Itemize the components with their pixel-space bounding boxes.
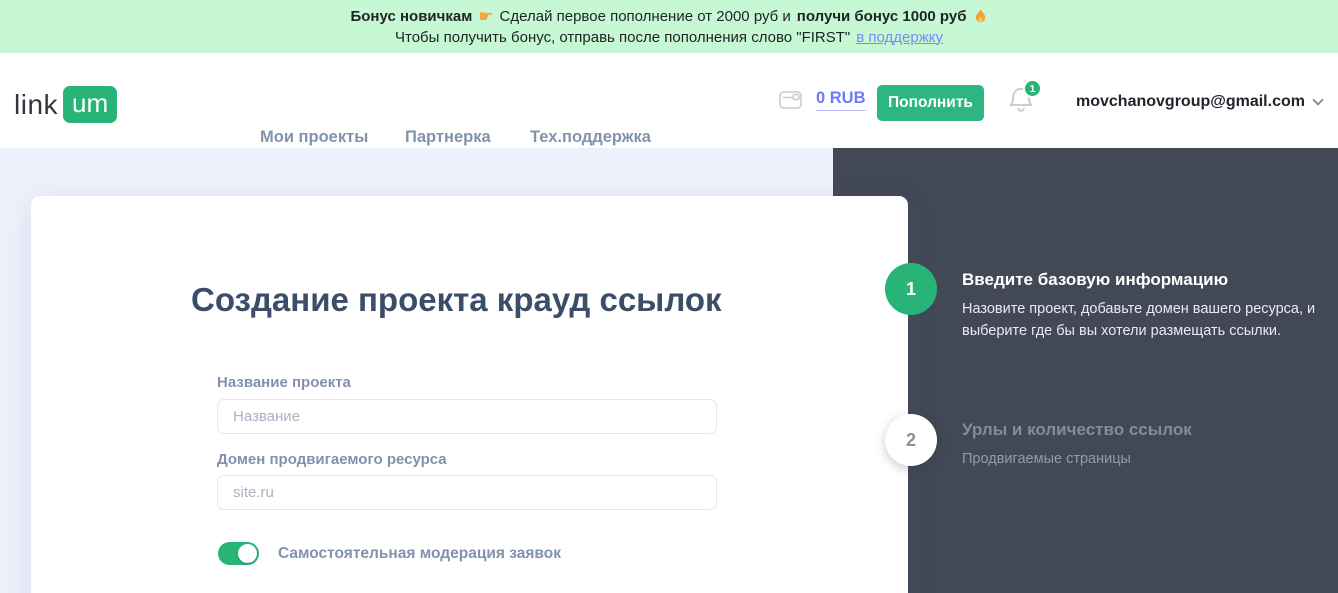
domain-label: Домен продвигаемого ресурса — [217, 451, 447, 468]
user-email: movchanovgroup@gmail.com — [1076, 93, 1305, 111]
chevron-down-icon — [1312, 94, 1323, 105]
page: Бонус новичкам ☛ Сделай первое пополнени… — [0, 0, 1338, 593]
moderation-toggle-row: Самостоятельная модерация заявок — [218, 542, 561, 565]
bonus-highlight-2: получи бонус 1000 руб — [797, 7, 967, 26]
nav-item-partner[interactable]: Партнерка — [405, 128, 491, 147]
step-1: Введите базовую информацию Назовите прое… — [962, 270, 1317, 343]
project-creation-card: Создание проекта крауд ссылок Название п… — [31, 196, 908, 593]
logo-text-link: link — [14, 89, 58, 121]
logo[interactable]: link um — [14, 86, 117, 123]
toggle-knob — [238, 544, 257, 563]
bonus-banner: Бонус новичкам ☛ Сделай первое пополнени… — [0, 0, 1338, 53]
bonus-text-1: Сделай первое пополнение от 2000 руб и — [500, 7, 791, 26]
nav-item-support[interactable]: Тех.поддержка — [530, 128, 651, 147]
topup-button[interactable]: Пополнить — [877, 85, 984, 121]
header: link um Мои проекты Партнерка Тех.поддер… — [0, 53, 1338, 148]
step-1-title: Введите базовую информацию — [962, 270, 1317, 290]
support-link[interactable]: в поддержку — [856, 28, 943, 47]
project-name-input[interactable] — [217, 399, 717, 434]
bonus-banner-line-1: Бонус новичкам ☛ Сделай первое пополнени… — [350, 7, 987, 26]
pointing-hand-icon: ☛ — [478, 8, 493, 25]
step-1-circle: 1 — [885, 263, 937, 315]
balance-amount[interactable]: 0 RUB — [816, 89, 866, 111]
logo-badge-um: um — [63, 86, 117, 123]
bonus-text-2: Чтобы получить бонус, отправь после попо… — [395, 28, 850, 47]
domain-input[interactable] — [217, 475, 717, 510]
step-2-title: Урлы и количество ссылок — [962, 420, 1317, 440]
page-title: Создание проекта крауд ссылок — [191, 281, 722, 319]
nav-item-my-projects[interactable]: Мои проекты — [260, 128, 368, 147]
bonus-banner-line-2: Чтобы получить бонус, отправь после попо… — [395, 28, 943, 47]
step-1-description: Назовите проект, добавьте домен вашего р… — [962, 299, 1317, 343]
project-name-label: Название проекта — [217, 374, 351, 391]
moderation-toggle-label: Самостоятельная модерация заявок — [278, 545, 561, 563]
step-2: Урлы и количество ссылок Продвигаемые ст… — [962, 420, 1317, 471]
wallet-icon — [778, 88, 804, 112]
balance[interactable]: 0 RUB — [778, 88, 866, 112]
main-content: Создание проекта крауд ссылок Название п… — [0, 148, 1338, 593]
bonus-highlight-1: Бонус новичкам — [350, 7, 472, 26]
account-menu[interactable]: movchanovgroup@gmail.com — [1076, 93, 1322, 111]
steps-panel — [833, 148, 1338, 593]
fire-icon — [973, 8, 988, 24]
notification-badge: 1 — [1023, 79, 1042, 98]
notifications-button[interactable]: 1 — [1006, 83, 1040, 123]
step-2-description: Продвигаемые страницы — [962, 449, 1317, 471]
moderation-toggle[interactable] — [218, 542, 259, 565]
step-2-circle: 2 — [885, 414, 937, 466]
